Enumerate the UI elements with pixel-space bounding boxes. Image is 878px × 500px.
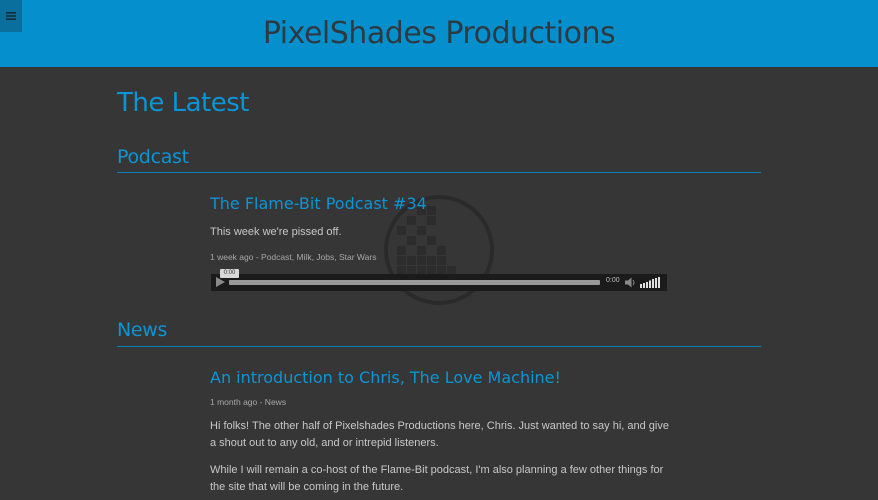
- podcast-section-heading: Podcast: [117, 146, 189, 168]
- podcast-post-body: This week we're pissed off.: [210, 226, 342, 238]
- page-title: The Latest: [117, 88, 249, 118]
- audio-progress-bar[interactable]: [229, 280, 600, 285]
- speaker-icon[interactable]: [625, 277, 637, 288]
- podcast-post-title-link[interactable]: The Flame-Bit Podcast #34: [210, 194, 427, 213]
- podcast-section-divider: [117, 172, 761, 173]
- site-title[interactable]: PixelShades Productions: [0, 16, 878, 51]
- news-section-heading: News: [117, 319, 168, 341]
- audio-player: 0:00 0:00: [211, 269, 667, 291]
- volume-slider[interactable]: [640, 277, 662, 288]
- news-post-meta: 1 month ago - News: [210, 397, 287, 407]
- news-post-paragraph: Hi folks! The other half of Pixelshades …: [210, 420, 669, 449]
- news-post-paragraph: While I will remain a co-host of the Fla…: [210, 464, 664, 493]
- news-section-divider: [117, 346, 761, 347]
- news-post-title-link[interactable]: An introduction to Chris, The Love Machi…: [210, 368, 561, 387]
- play-icon[interactable]: [216, 277, 225, 287]
- current-time-tooltip: 0:00: [220, 269, 239, 278]
- audio-time-display: 0:00: [606, 277, 620, 284]
- site-header: PixelShades Productions: [0, 0, 878, 67]
- podcast-post-meta: 1 week ago - Podcast, Milk, Jobs, Star W…: [210, 252, 377, 262]
